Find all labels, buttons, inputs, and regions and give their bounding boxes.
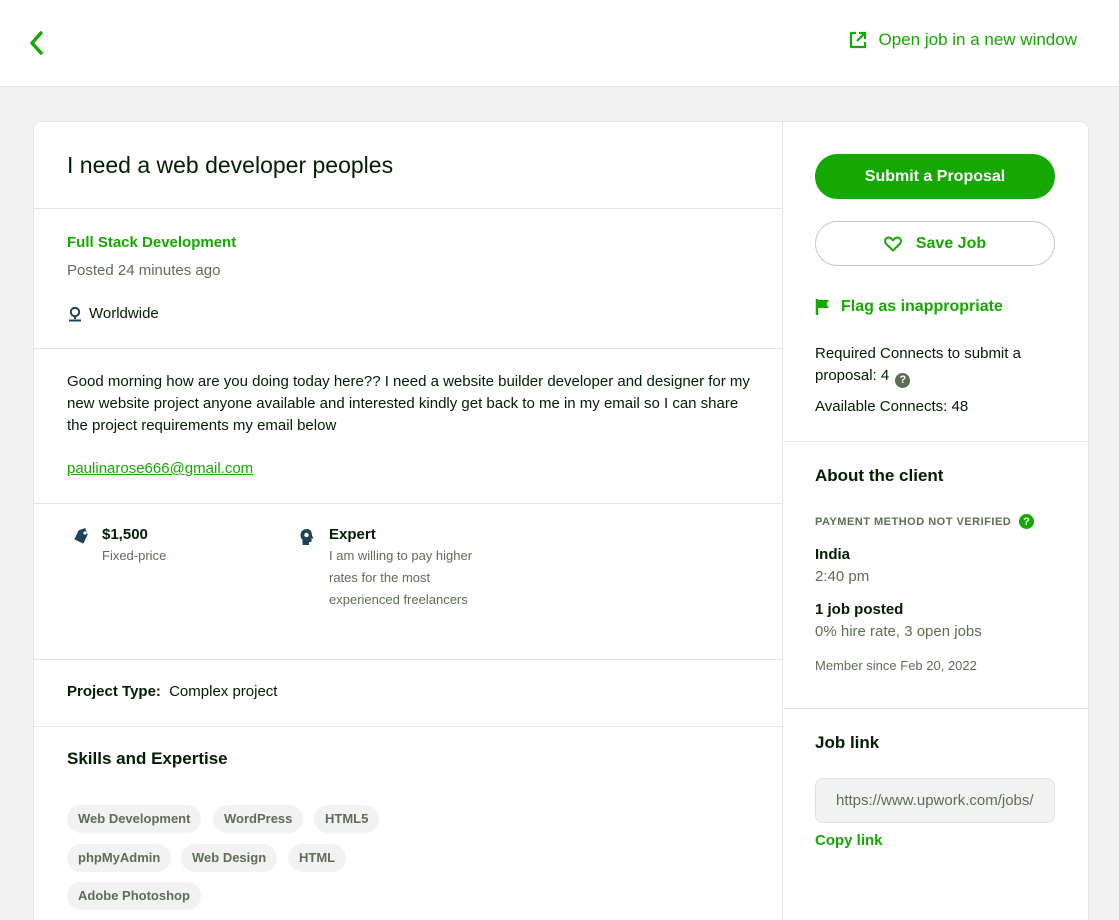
copy-link-button[interactable]: Copy link bbox=[815, 832, 883, 849]
client-jobs-posted: 1 job posted bbox=[815, 601, 904, 618]
job-location: Worldwide bbox=[67, 305, 159, 322]
job-details-card: I need a web developer peoples Full Stac… bbox=[33, 121, 1089, 920]
skill-tag[interactable]: Web Design bbox=[181, 844, 278, 872]
payment-status: PAYMENT METHOD NOT VERIFIED ? bbox=[815, 514, 1035, 529]
flag-inappropriate-link[interactable]: Flag as inappropriate bbox=[815, 298, 1003, 316]
skills-heading: Skills and Expertise bbox=[67, 749, 228, 768]
divider bbox=[34, 726, 782, 727]
job-category-link[interactable]: Full Stack Development bbox=[67, 234, 236, 251]
client-hire-rate: 0% hire rate, 3 open jobs bbox=[815, 623, 982, 640]
job-link-heading: Job link bbox=[815, 733, 880, 752]
skill-tag[interactable]: Web Development bbox=[67, 805, 202, 833]
client-member-since: Member since Feb 20, 2022 bbox=[815, 658, 977, 673]
back-button[interactable] bbox=[22, 28, 50, 58]
job-link-input[interactable] bbox=[815, 778, 1055, 823]
price-tag-icon bbox=[72, 528, 102, 567]
save-job-button[interactable]: Save Job bbox=[815, 221, 1055, 266]
skill-tag[interactable]: HTML5 bbox=[314, 805, 380, 833]
question-icon[interactable]: ? bbox=[1019, 514, 1035, 529]
location-pin-icon bbox=[69, 306, 81, 321]
project-type: Project Type: Complex project bbox=[67, 683, 277, 700]
expert-head-icon bbox=[299, 528, 329, 611]
contact-email-link[interactable]: paulinarose666@gmail.com bbox=[67, 460, 253, 477]
open-job-new-window-link[interactable]: Open job in a new window bbox=[849, 30, 1077, 50]
project-type-value: Complex project bbox=[169, 683, 278, 700]
skill-tag[interactable]: phpMyAdmin bbox=[67, 844, 172, 872]
chevron-left-icon bbox=[30, 31, 43, 55]
budget-feature: $1,500 Fixed-price bbox=[72, 526, 166, 567]
external-link-icon bbox=[849, 31, 866, 49]
job-meta-section bbox=[34, 209, 782, 349]
client-country: India bbox=[815, 546, 851, 563]
budget-amount: $1,500 bbox=[102, 526, 148, 543]
job-location-label: Worldwide bbox=[89, 305, 159, 322]
job-sidebar: Submit a Proposal Save Job Flag as inapp… bbox=[783, 122, 1089, 920]
flag-icon bbox=[815, 299, 829, 315]
job-title-section: I need a web developer peoples bbox=[34, 122, 782, 209]
top-bar: Open job in a new window bbox=[0, 0, 1119, 87]
job-description: Good morning how are you doing today her… bbox=[67, 373, 750, 434]
divider bbox=[34, 659, 782, 660]
save-job-label: Save Job bbox=[915, 234, 987, 252]
heart-icon bbox=[883, 236, 902, 252]
payment-status-text: PAYMENT METHOD NOT VERIFIED bbox=[815, 515, 1012, 528]
required-connects: Required Connects to submit a proposal: … bbox=[815, 343, 1055, 388]
project-type-label: Project Type: bbox=[67, 683, 161, 700]
job-main-column: I need a web developer peoples Full Stac… bbox=[34, 122, 783, 920]
divider bbox=[783, 708, 1089, 709]
about-client-heading: About the client bbox=[815, 466, 944, 485]
question-icon[interactable]: ? bbox=[895, 372, 911, 388]
experience-level-feature: Expert I am willing to pay higher rates … bbox=[299, 526, 499, 611]
experience-level-description: I am willing to pay higher rates for the… bbox=[329, 548, 473, 607]
client-local-time: 2:40 pm bbox=[815, 568, 870, 585]
available-connects: Available Connects: 48 bbox=[815, 398, 969, 415]
skill-tag[interactable]: HTML bbox=[288, 844, 347, 872]
open-job-new-window-label: Open job in a new window bbox=[878, 30, 1077, 49]
budget-type: Fixed-price bbox=[102, 548, 167, 563]
submit-proposal-button[interactable]: Submit a Proposal bbox=[815, 154, 1055, 199]
flag-inappropriate-label: Flag as inappropriate bbox=[841, 298, 1003, 315]
posted-time: Posted 24 minutes ago bbox=[67, 262, 221, 279]
experience-level: Expert bbox=[329, 526, 376, 543]
required-connects-text: Required Connects to submit a proposal: … bbox=[815, 345, 1021, 384]
divider bbox=[34, 348, 782, 349]
job-title: I need a web developer peoples bbox=[67, 152, 394, 178]
divider bbox=[34, 503, 782, 504]
skill-tag[interactable]: WordPress bbox=[213, 805, 304, 833]
skill-tag[interactable]: Adobe Photoshop bbox=[67, 882, 201, 910]
divider bbox=[783, 441, 1089, 442]
